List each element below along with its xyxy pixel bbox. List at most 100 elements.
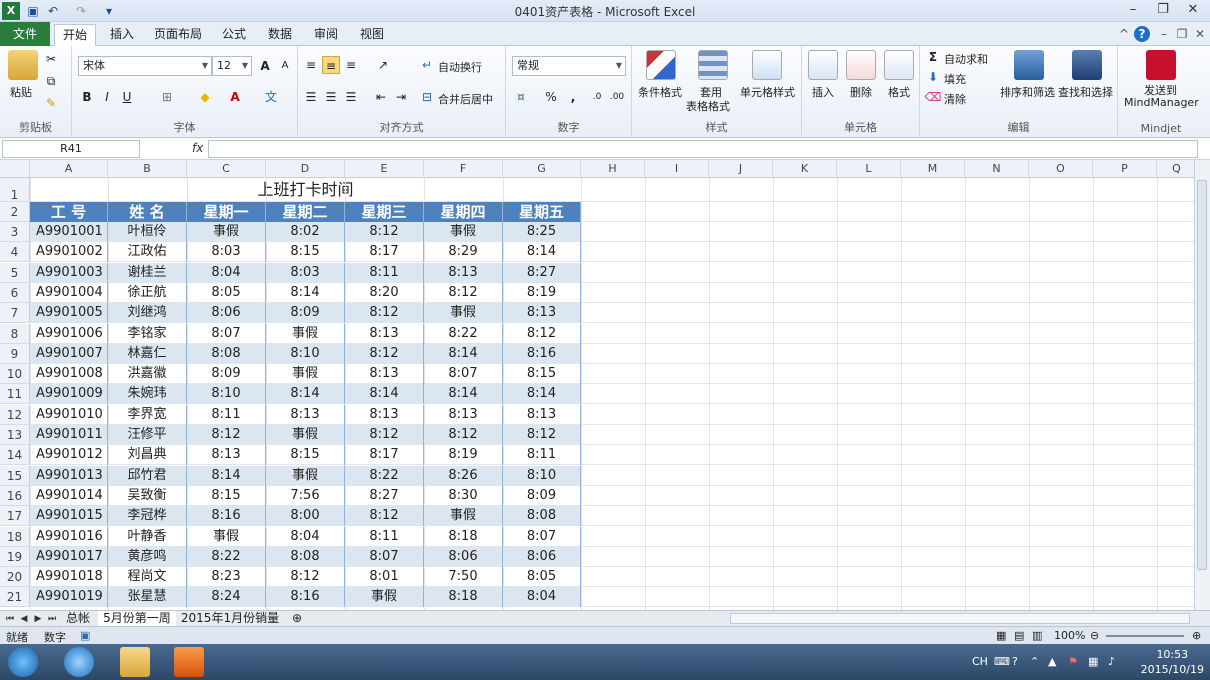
table-cell[interactable]: A9901017 <box>30 546 108 567</box>
table-cell[interactable]: 8:16 <box>266 587 345 608</box>
table-cell[interactable]: 8:14 <box>424 384 503 405</box>
table-cell[interactable]: A9901013 <box>30 465 108 486</box>
align-right-icon[interactable]: ☰ <box>342 88 360 106</box>
table-cell[interactable]: A9901002 <box>30 242 108 263</box>
orientation-icon[interactable]: ↗ <box>374 56 392 74</box>
column-header-M[interactable]: M <box>901 160 965 178</box>
row-header-19[interactable]: 19 <box>0 546 30 567</box>
grow-font-icon[interactable]: A <box>256 57 274 75</box>
table-cell[interactable]: 8:09 <box>503 485 581 506</box>
doc-minimize-icon[interactable]: – <box>1156 26 1172 42</box>
restore-icon[interactable]: ❐ <box>1150 1 1176 19</box>
table-cell[interactable]: 8:14 <box>266 384 345 405</box>
clear-button[interactable]: 清除 <box>944 91 966 107</box>
table-cell[interactable]: 8:09 <box>266 303 345 324</box>
table-cell[interactable]: 8:11 <box>187 404 266 425</box>
keyboard-icon[interactable]: ⌨ <box>994 655 1010 668</box>
conditional-format-button[interactable]: 条件格式 <box>638 84 682 100</box>
table-cell[interactable]: 8:12 <box>187 425 266 445</box>
table-cell[interactable]: 8:12 <box>345 303 424 324</box>
column-header-H[interactable]: H <box>581 160 645 178</box>
macro-record-icon[interactable]: ▣ <box>80 629 90 642</box>
table-cell[interactable]: 叶桓伶 <box>108 222 187 242</box>
table-cell[interactable]: 8:13 <box>266 404 345 425</box>
table-cell[interactable]: 8:06 <box>187 303 266 324</box>
table-cell[interactable]: 8:02 <box>266 222 345 242</box>
table-cell[interactable]: 事假 <box>345 587 424 608</box>
row-header-5[interactable]: 5 <box>0 262 30 283</box>
select-all-corner[interactable] <box>0 160 30 178</box>
table-cell[interactable]: 8:03 <box>266 262 345 283</box>
table-cell[interactable]: 8:12 <box>424 282 503 303</box>
media-player-icon[interactable] <box>174 647 204 677</box>
table-cell[interactable]: 事假 <box>187 222 266 242</box>
table-cell[interactable]: 张星慧 <box>108 587 187 608</box>
table-header-cell[interactable]: 工 号 <box>30 202 108 222</box>
explorer-icon[interactable] <box>120 647 150 677</box>
table-cell[interactable]: 8:12 <box>503 425 581 445</box>
table-cell[interactable]: 事假 <box>266 425 345 445</box>
table-cell[interactable]: 8:12 <box>345 343 424 364</box>
tab-home[interactable]: 开始 <box>54 24 96 47</box>
row-header-4[interactable]: 4 <box>0 242 30 263</box>
table-header-cell[interactable]: 姓 名 <box>108 202 187 222</box>
merge-center-button[interactable]: 合并后居中 <box>438 91 493 107</box>
table-cell[interactable]: 8:17 <box>345 242 424 263</box>
tab-formulas[interactable]: 公式 <box>214 24 254 46</box>
format-as-table-line2[interactable]: 表格格式 <box>686 98 730 114</box>
table-cell[interactable]: 8:10 <box>187 384 266 405</box>
row-header-13[interactable]: 13 <box>0 425 30 445</box>
table-cell[interactable]: 刘继鸿 <box>108 303 187 324</box>
table-cell[interactable]: 事假 <box>424 506 503 527</box>
table-cell[interactable]: 朱婉玮 <box>108 384 187 405</box>
fill-button[interactable]: 填充 <box>944 71 966 87</box>
row-header-6[interactable]: 6 <box>0 282 30 303</box>
table-cell[interactable]: 8:13 <box>345 323 424 344</box>
row-header-7[interactable]: 7 <box>0 303 30 324</box>
help-tray-icon[interactable]: ? <box>1012 655 1018 668</box>
table-cell[interactable]: 8:22 <box>424 323 503 344</box>
table-cell[interactable]: 8:14 <box>503 384 581 405</box>
column-header-D[interactable]: D <box>266 160 345 178</box>
table-cell[interactable]: 汪修平 <box>108 425 187 445</box>
help-icon[interactable]: ? <box>1134 26 1150 42</box>
table-cell[interactable]: 8:15 <box>187 485 266 506</box>
table-cell[interactable]: 8:08 <box>266 546 345 567</box>
column-header-B[interactable]: B <box>108 160 187 178</box>
table-cell[interactable]: A9901001 <box>30 222 108 242</box>
table-cell[interactable]: 8:07 <box>187 323 266 344</box>
table-cell[interactable]: 8:15 <box>266 445 345 466</box>
table-cell[interactable]: 8:14 <box>424 343 503 364</box>
table-cell[interactable]: A9901004 <box>30 282 108 303</box>
table-cell[interactable]: 8:12 <box>345 425 424 445</box>
action-center-icon[interactable]: ⚑ <box>1068 655 1078 668</box>
zoom-out-icon[interactable]: ⊖ <box>1090 629 1099 642</box>
table-cell[interactable]: 8:07 <box>503 526 581 547</box>
column-header-G[interactable]: G <box>503 160 581 178</box>
close-icon[interactable]: ✕ <box>1180 1 1206 19</box>
table-cell[interactable]: 8:08 <box>503 506 581 527</box>
italic-button[interactable]: I <box>98 88 116 106</box>
border-icon[interactable]: ⊞ <box>158 88 176 106</box>
table-cell[interactable]: 8:20 <box>345 282 424 303</box>
table-cell[interactable]: 8:00 <box>266 506 345 527</box>
table-cell[interactable]: 8:19 <box>503 282 581 303</box>
table-cell[interactable]: 8:13 <box>345 364 424 385</box>
percent-button[interactable]: % <box>542 88 560 106</box>
table-cell[interactable]: 8:04 <box>266 526 345 547</box>
table-cell[interactable]: 8:15 <box>503 364 581 385</box>
decrease-indent-icon[interactable]: ⇤ <box>372 88 390 106</box>
table-cell[interactable]: 江政佑 <box>108 242 187 263</box>
comma-button[interactable]: , <box>564 88 582 106</box>
column-header-P[interactable]: P <box>1093 160 1157 178</box>
table-cell[interactable]: A9901019 <box>30 587 108 608</box>
table-cell[interactable]: 8:17 <box>345 445 424 466</box>
table-cell[interactable]: A9901007 <box>30 343 108 364</box>
show-hidden-icons[interactable]: ▲ <box>1048 655 1056 668</box>
table-cell[interactable]: 8:04 <box>503 587 581 608</box>
table-cell[interactable]: 8:24 <box>187 587 266 608</box>
paste-button[interactable]: 粘贴 <box>10 84 32 100</box>
table-cell[interactable]: 8:12 <box>345 506 424 527</box>
table-cell[interactable]: 8:27 <box>345 485 424 506</box>
tab-file[interactable]: 文件 <box>0 22 50 46</box>
